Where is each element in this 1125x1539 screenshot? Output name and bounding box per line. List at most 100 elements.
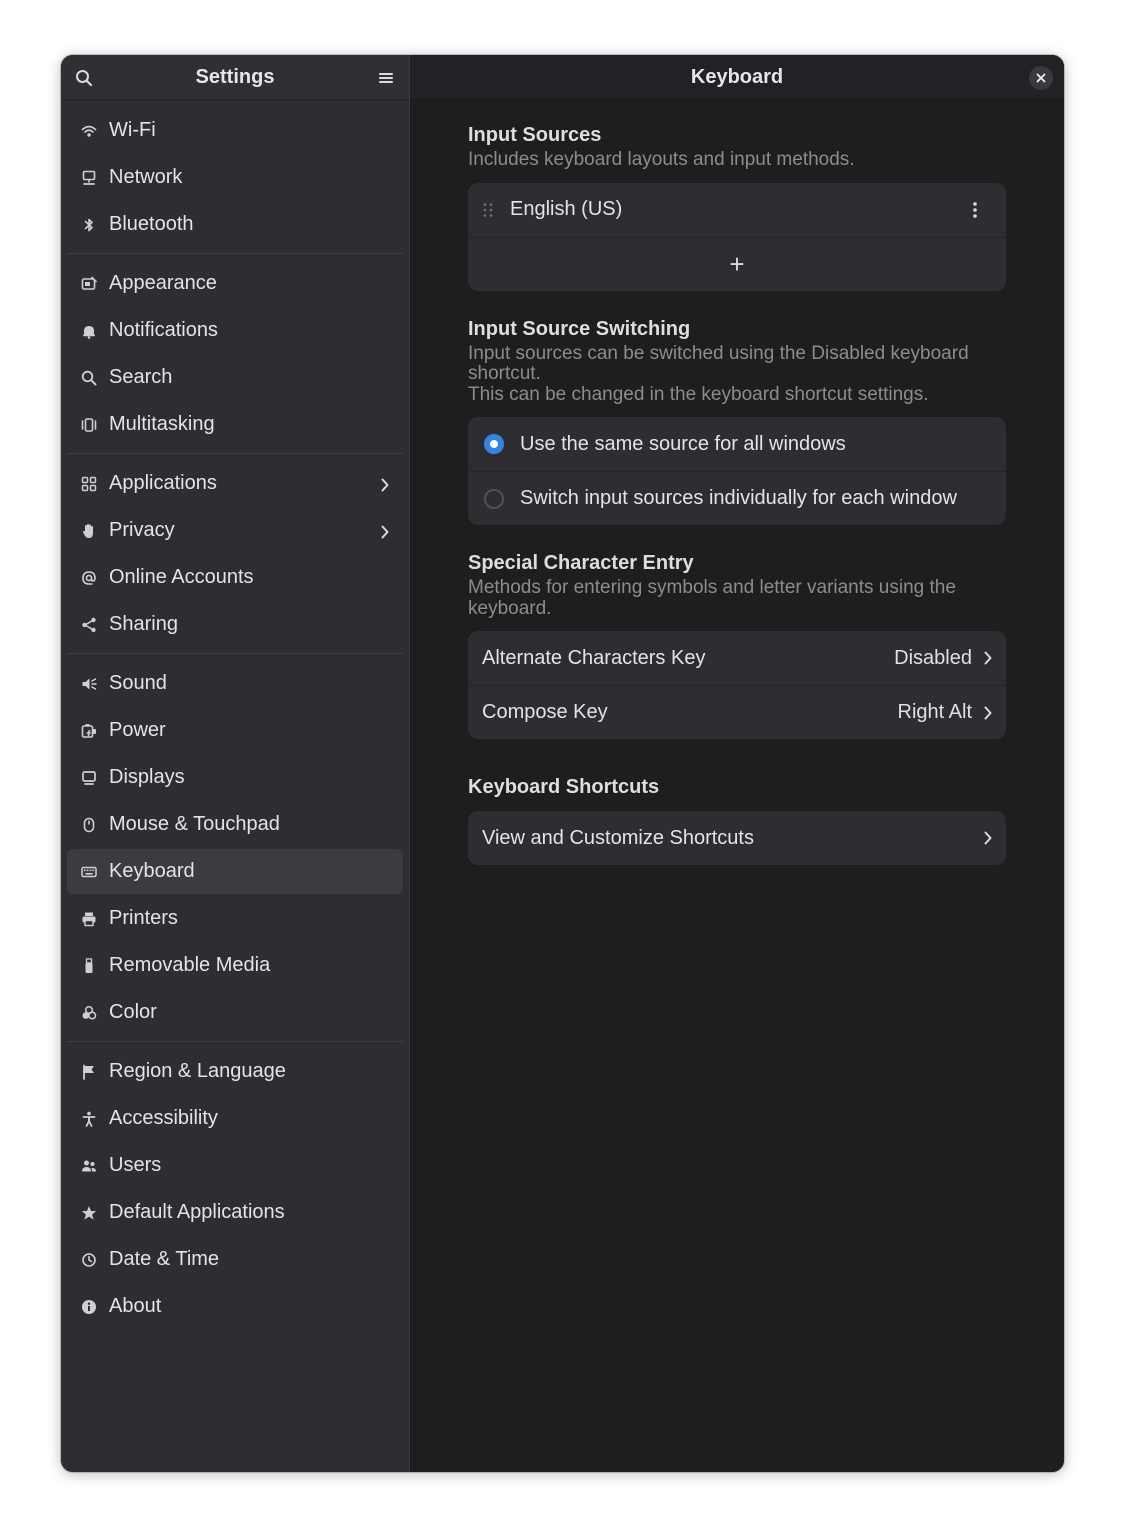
applications-icon: [81, 476, 97, 492]
sidebar-item-appearance[interactable]: Appearance: [67, 261, 403, 306]
sidebar-item-network[interactable]: Network: [67, 155, 403, 200]
sidebar-item-label: Region & Language: [109, 1060, 286, 1082]
page-title: Keyboard: [690, 65, 784, 88]
compose-key-value: Right Alt: [897, 701, 972, 723]
sidebar-item-accessibility[interactable]: Accessibility: [67, 1096, 403, 1141]
view-shortcuts-row[interactable]: View and Customize Shortcuts: [468, 811, 1006, 865]
content-header: Keyboard: [410, 55, 1064, 100]
chevron-right-icon: [984, 651, 992, 665]
individual-source-radio[interactable]: [484, 488, 504, 509]
sidebar-item-search[interactable]: Search: [67, 355, 403, 400]
input-source-row[interactable]: English (US): [468, 183, 1006, 237]
special-char-title: Special Character Entry: [468, 552, 694, 574]
input-switching-title: Input Source Switching: [468, 317, 691, 340]
sidebar-item-label: Default Applications: [109, 1201, 285, 1223]
close-button[interactable]: [1029, 66, 1053, 90]
special-char-card: Alternate Characters Key Disabled Compos…: [468, 631, 1006, 739]
sidebar-item-users[interactable]: Users: [67, 1143, 403, 1188]
sidebar-separator: [67, 653, 403, 654]
view-shortcuts-label: View and Customize Shortcuts: [482, 826, 754, 849]
sidebar-item-multitasking[interactable]: Multitasking: [67, 402, 403, 447]
sidebar-item-sound[interactable]: Sound: [67, 661, 403, 706]
speaker-icon: [81, 676, 97, 692]
sidebar-item-mouse-and-touchpad[interactable]: Mouse & Touchpad: [67, 802, 403, 847]
hamburger-menu-icon: [379, 73, 393, 83]
compose-key-row[interactable]: Compose Key Right Alt: [468, 685, 1006, 739]
sidebar-item-default-applications[interactable]: Default Applications: [67, 1190, 403, 1235]
sidebar-title: Settings: [195, 65, 275, 88]
sidebar-item-region-and-language[interactable]: Region & Language: [67, 1049, 403, 1094]
input-source-label: English (US): [510, 198, 623, 220]
sidebar-separator: [67, 1041, 403, 1042]
sidebar-item-printers[interactable]: Printers: [67, 896, 403, 941]
sidebar-item-displays[interactable]: Displays: [67, 755, 403, 800]
display-icon: [81, 770, 97, 786]
sidebar-item-label: Applications: [109, 472, 217, 494]
input-source-menu-button[interactable]: [972, 201, 978, 219]
sidebar-item-label: Accessibility: [109, 1107, 218, 1129]
users-icon: [81, 1158, 97, 1174]
plus-icon: +: [729, 249, 745, 279]
chevron-right-icon: [381, 475, 389, 498]
bluetooth-icon: [81, 217, 97, 233]
settings-window: Settings Wi-Fi Network Bluetooth Appearance…: [61, 55, 1064, 1472]
same-source-option[interactable]: Use the same source for all windows: [468, 417, 1006, 471]
drag-handle-icon[interactable]: [482, 202, 496, 218]
sidebar-item-label: Search: [109, 366, 173, 388]
sidebar-item-keyboard[interactable]: Keyboard: [67, 849, 403, 894]
sidebar-item-online-accounts[interactable]: Online Accounts: [67, 555, 403, 600]
sidebar-item-bluetooth[interactable]: Bluetooth: [67, 202, 403, 247]
sidebar-item-label: Sharing: [109, 613, 178, 635]
sidebar-item-label: Printers: [109, 907, 178, 929]
wifi-icon: [81, 123, 97, 139]
input-switching-desc-1: Input sources can be switched using the …: [468, 342, 969, 384]
input-sources-card: English (US) +: [468, 182, 1006, 291]
special-char-desc: Methods for entering symbols and letter …: [468, 577, 956, 619]
sidebar-item-about[interactable]: About: [67, 1284, 403, 1329]
alternate-characters-value: Disabled: [894, 646, 972, 669]
input-sources-title: Input Sources: [468, 124, 602, 146]
sidebar-item-privacy[interactable]: Privacy: [67, 508, 403, 553]
sidebar-list: Wi-Fi Network Bluetooth Appearance Notificat…: [61, 100, 409, 1329]
sidebar-item-notifications[interactable]: Notifications: [67, 308, 403, 353]
sidebar-item-label: Bluetooth: [109, 213, 194, 235]
vertical-dots-icon: [973, 201, 977, 218]
sidebar-item-label: Multitasking: [109, 413, 215, 435]
sidebar-item-label: Mouse & Touchpad: [109, 813, 280, 835]
close-icon: [1036, 73, 1046, 83]
sidebar-item-label: About: [109, 1295, 162, 1317]
info-icon: [81, 1299, 97, 1315]
usb-icon: [81, 957, 97, 974]
individual-source-label: Switch input sources individually for ea…: [520, 487, 957, 509]
sidebar-header: Settings: [61, 55, 409, 100]
sidebar-item-applications[interactable]: Applications: [67, 461, 403, 506]
sidebar-item-label: Appearance: [109, 272, 217, 294]
sidebar-item-label: Keyboard: [109, 860, 195, 882]
sidebar-item-label: Network: [109, 166, 183, 188]
sidebar-item-sharing[interactable]: Sharing: [67, 602, 403, 647]
input-switching-desc-2: This can be changed in the keyboard shor…: [468, 383, 929, 405]
alternate-characters-row[interactable]: Alternate Characters Key Disabled: [468, 631, 1006, 685]
sidebar-item-label: Users: [109, 1154, 162, 1176]
main-menu-button[interactable]: [371, 63, 401, 93]
same-source-radio[interactable]: [484, 434, 504, 454]
sidebar-item-label: Power: [109, 719, 166, 741]
star-icon: [81, 1205, 97, 1221]
accessibility-icon: [81, 1111, 97, 1127]
content-pane: Keyboard Input Sources Includes keyboard…: [410, 55, 1064, 1472]
search-icon: [76, 70, 93, 87]
input-switching-group: Input Source Switching Input sources can…: [468, 317, 1006, 525]
mouse-icon: [81, 817, 97, 833]
sidebar-item-removable-media[interactable]: Removable Media: [67, 943, 403, 988]
share-icon: [81, 617, 97, 633]
sidebar-search-button[interactable]: [69, 63, 99, 93]
add-input-source-button[interactable]: +: [468, 236, 1006, 291]
hand-icon: [81, 523, 97, 539]
sidebar-item-power[interactable]: Power: [67, 708, 403, 753]
keyboard-shortcuts-group: Keyboard Shortcuts View and Customize Sh…: [468, 775, 1006, 865]
sidebar-item-color[interactable]: Color: [67, 990, 403, 1035]
sidebar-item-wi-fi[interactable]: Wi-Fi: [67, 108, 403, 153]
individual-source-option[interactable]: Switch input sources individually for ea…: [468, 471, 1006, 525]
power-icon: [81, 723, 97, 739]
sidebar-item-date-and-time[interactable]: Date & Time: [67, 1237, 403, 1282]
